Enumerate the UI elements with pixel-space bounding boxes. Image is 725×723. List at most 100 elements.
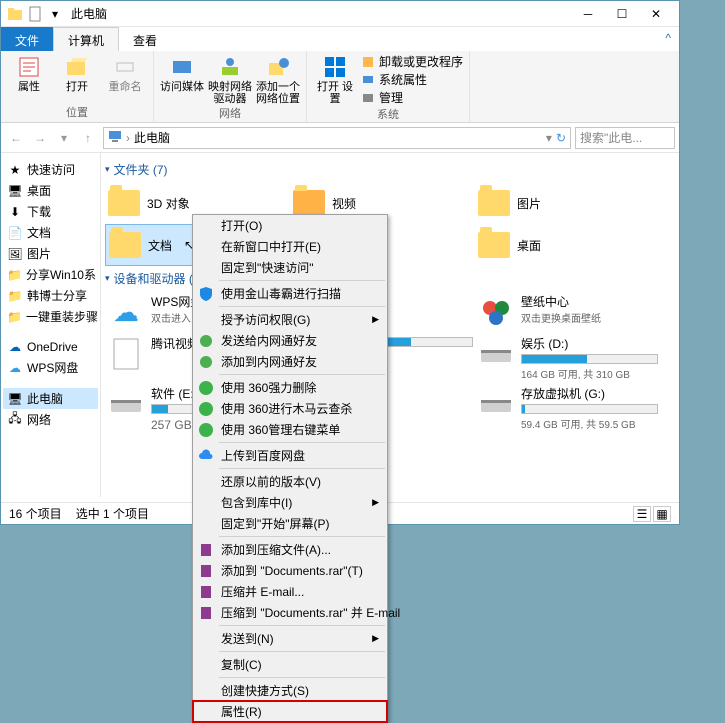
chevron-down-icon: ▾ [105, 164, 110, 175]
manage-button[interactable]: 管理 [361, 89, 463, 106]
drive-icon [477, 335, 515, 373]
open-button[interactable]: 打开 [55, 53, 99, 104]
nav-history-icon[interactable]: ▾ [53, 127, 75, 149]
menu-create-shortcut[interactable]: 创建快捷方式(S) [193, 680, 387, 701]
section-folders[interactable]: ▾文件夹 (7) [105, 157, 679, 182]
nav-onekey[interactable]: 📁一键重装步骤 [3, 306, 98, 327]
address-bar[interactable]: › 此电脑 ▾ ↻ [103, 127, 571, 149]
map-drive-button[interactable]: 映射网络 驱动器 [208, 53, 252, 105]
rar-icon [198, 584, 214, 600]
menu-copy[interactable]: 复制(C) [193, 654, 387, 675]
group-label: 网络 [219, 105, 241, 121]
maximize-button[interactable]: ☐ [605, 3, 639, 25]
nav-pane: ★快速访问 🖥桌面 ⬇下载 📄文档 🖼图片 📁分享Win10系 📁韩博士分享 📁… [1, 153, 101, 497]
uninstall-programs-button[interactable]: 卸载或更改程序 [361, 53, 463, 70]
menu-jinshan-scan[interactable]: 使用金山毒霸进行扫描 [193, 283, 387, 304]
menu-properties[interactable]: 属性(R) [193, 701, 387, 722]
drive-item[interactable]: 娱乐 (D:)164 GB 可用, 共 310 GB [475, 333, 660, 383]
chevron-right-icon: ▶ [372, 314, 379, 325]
status-count: 16 个项目 [9, 505, 62, 522]
network-icon: 🖧 [7, 412, 23, 428]
nav-downloads[interactable]: ⬇下载 [3, 201, 98, 222]
rar-icon [198, 542, 214, 558]
menu-send-friend[interactable]: 发送给内网通好友 [193, 330, 387, 351]
ribbon: 属性 打开 重命名 位置 访问媒体 映射网络 驱动器 添加一个 网络位置 网络 … [1, 51, 679, 123]
wallpaper-icon [477, 293, 515, 331]
menu-include-library[interactable]: 包含到库中(I)▶ [193, 492, 387, 513]
pc-icon [108, 129, 122, 146]
menu-pin-quick[interactable]: 固定到"快速访问" [193, 257, 387, 278]
menu-add-documents-rar[interactable]: 添加到 "Documents.rar"(T) [193, 560, 387, 581]
system-properties-button[interactable]: 系统属性 [361, 71, 463, 88]
nav-network[interactable]: 🖧网络 [3, 409, 98, 430]
menu-add-friend[interactable]: 添加到内网通好友 [193, 351, 387, 372]
open-settings-button[interactable]: 打开 设置 [313, 53, 357, 106]
nav-wps[interactable]: ☁WPS网盘 [3, 357, 98, 378]
ribbon-tabs: 文件 计算机 查看 ^ [1, 27, 679, 51]
doc-icon [27, 6, 43, 22]
menu-pin-start[interactable]: 固定到"开始"屏幕(P) [193, 513, 387, 534]
nav-desktop[interactable]: 🖥桌面 [3, 180, 98, 201]
menu-open-new-window[interactable]: 在新窗口中打开(E) [193, 236, 387, 257]
shield-icon [198, 286, 214, 302]
menu-compress-rar-email[interactable]: 压缩到 "Documents.rar" 并 E-mail [193, 602, 387, 623]
menu-add-archive[interactable]: 添加到压缩文件(A)... [193, 539, 387, 560]
access-media-button[interactable]: 访问媒体 [160, 53, 204, 105]
picture-icon: 🖼 [7, 246, 23, 262]
folder-icon: 📁 [7, 267, 22, 283]
360-icon [198, 380, 214, 396]
nav-pictures[interactable]: 🖼图片 [3, 243, 98, 264]
refresh-icon[interactable]: ↻ [556, 131, 566, 145]
nav-hanboshi[interactable]: 📁韩博士分享 [3, 285, 98, 306]
view-details-icon[interactable]: ☰ [633, 506, 651, 522]
menu-open[interactable]: 打开(O) [193, 215, 387, 236]
drive-item[interactable]: 存放虚拟机 (G:)59.4 GB 可用, 共 59.5 GB [475, 383, 660, 435]
menu-360-rightclick[interactable]: 使用 360管理右键菜单 [193, 419, 387, 440]
doc-icon: 📄 [7, 225, 23, 241]
properties-button[interactable]: 属性 [7, 53, 51, 104]
content-pane: ▾文件夹 (7) 3D 对象 视频 图片 文档↖ 音乐 桌面 ▾设备和驱动器 (… [101, 153, 679, 497]
breadcrumb[interactable]: 此电脑 [134, 129, 170, 146]
folder-icon [7, 6, 23, 22]
group-label: 位置 [66, 104, 88, 120]
menu-baidu-upload[interactable]: 上传到百度网盘 [193, 445, 387, 466]
nav-onedrive[interactable]: ☁OneDrive [3, 337, 98, 357]
nav-back-icon[interactable]: ← [5, 127, 27, 149]
menu-compress-email[interactable]: 压缩并 E-mail... [193, 581, 387, 602]
add-netloc-button[interactable]: 添加一个 网络位置 [256, 53, 300, 105]
tab-file[interactable]: 文件 [1, 27, 53, 51]
menu-360-scan[interactable]: 使用 360进行木马云查杀 [193, 398, 387, 419]
search-input[interactable]: 搜索"此电... [575, 127, 675, 149]
cloud-icon [198, 448, 214, 464]
add-icon [198, 354, 214, 370]
rename-button: 重命名 [103, 53, 147, 104]
titlebar: ▾ 此电脑 ─ ☐ ✕ [1, 1, 679, 27]
tab-computer[interactable]: 计算机 [53, 27, 119, 51]
address-bar-row: ← → ▾ ↑ › 此电脑 ▾ ↻ 搜索"此电... [1, 123, 679, 153]
menu-grant-access[interactable]: 授予访问权限(G)▶ [193, 309, 387, 330]
nav-documents[interactable]: 📄文档 [3, 222, 98, 243]
close-button[interactable]: ✕ [639, 3, 673, 25]
folder-item[interactable]: 图片 [475, 182, 660, 224]
nav-share[interactable]: 📁分享Win10系 [3, 264, 98, 285]
nav-up-icon[interactable]: ↑ [77, 127, 99, 149]
ribbon-collapse-icon[interactable]: ^ [657, 27, 679, 51]
device-wallpaper[interactable]: 壁纸中心双击更换桌面壁纸 [475, 291, 660, 333]
tab-view[interactable]: 查看 [119, 27, 171, 51]
documents-icon [108, 228, 142, 262]
qat-dropdown-icon[interactable]: ▾ [47, 6, 63, 22]
chevron-down-icon: ▾ [105, 273, 110, 284]
star-icon: ★ [7, 162, 23, 178]
drive-icon [107, 385, 145, 423]
nav-quick-access[interactable]: ★快速访问 [3, 159, 98, 180]
menu-360-delete[interactable]: 使用 360强力删除 [193, 377, 387, 398]
nav-this-pc[interactable]: 🖥此电脑 [3, 388, 98, 409]
folder-icon: 📁 [7, 288, 23, 304]
nav-forward-icon[interactable]: → [29, 127, 51, 149]
menu-restore-version[interactable]: 还原以前的版本(V) [193, 471, 387, 492]
view-tiles-icon[interactable]: ▦ [653, 506, 671, 522]
folder-item[interactable]: 桌面 [475, 224, 660, 266]
cloud-icon: ☁ [7, 339, 23, 355]
context-menu: 打开(O) 在新窗口中打开(E) 固定到"快速访问" 使用金山毒霸进行扫描 授予… [192, 214, 388, 723]
minimize-button[interactable]: ─ [571, 3, 605, 25]
